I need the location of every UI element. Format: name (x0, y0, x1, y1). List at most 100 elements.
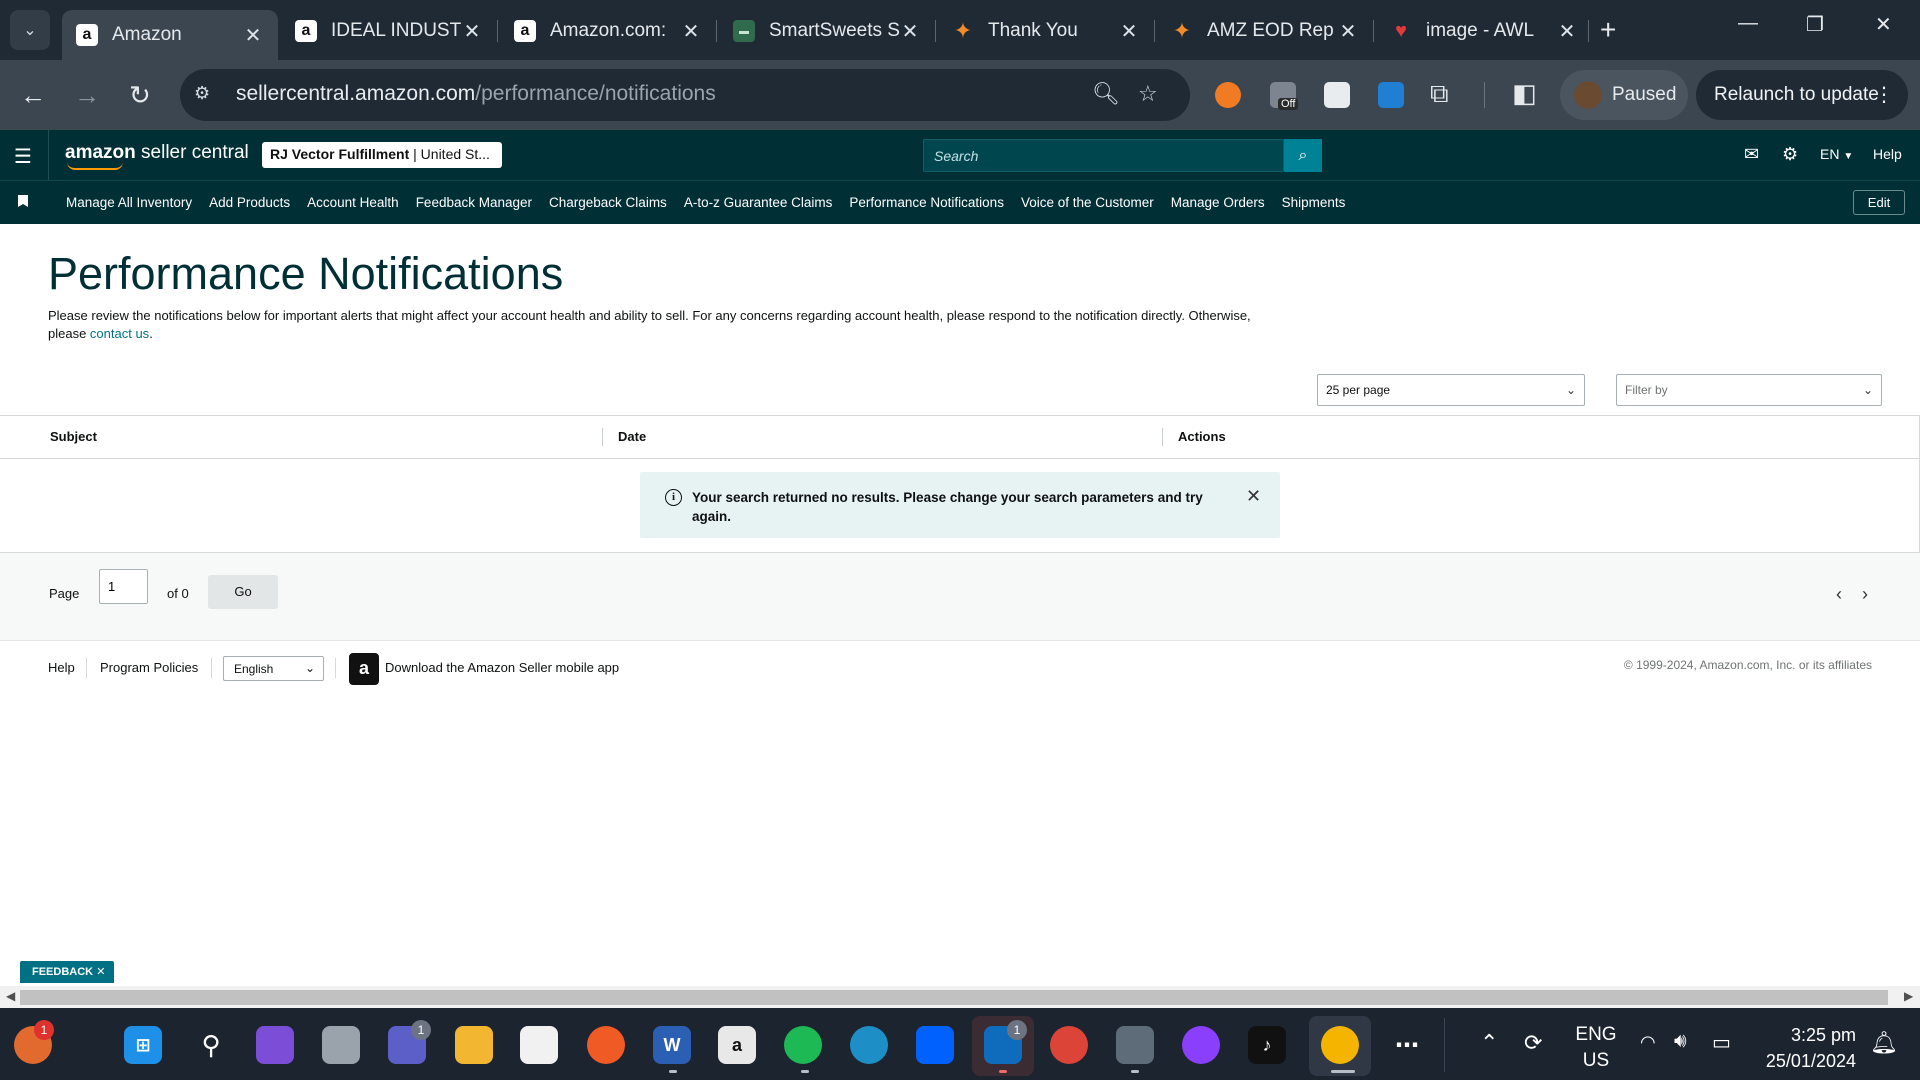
word-icon[interactable]: W (653, 1026, 691, 1064)
footer-program-policies-link[interactable]: Program Policies (100, 660, 198, 675)
column-subject[interactable]: Subject (50, 429, 97, 444)
notifications-bell-icon[interactable]: 🔔︎ (1870, 1030, 1898, 1056)
next-page-icon[interactable]: › (1862, 584, 1868, 605)
windows-start-icon[interactable]: ⊞ (124, 1026, 162, 1064)
page-number-input[interactable] (99, 569, 148, 604)
dropbox-icon[interactable] (916, 1026, 954, 1064)
scroll-left-icon[interactable]: ◀ (6, 989, 15, 1003)
search-button[interactable]: ⌕ (1284, 139, 1322, 172)
restore-icon[interactable]: ❐ (1806, 12, 1824, 37)
tab-thank-you[interactable]: ✦ Thank You ✕ (938, 10, 1154, 52)
window-close-icon[interactable]: ✕ (1875, 12, 1892, 37)
bookmark-star-icon[interactable]: ☆ (1138, 81, 1158, 107)
nav-manage-orders[interactable]: Manage Orders (1171, 195, 1265, 210)
close-icon[interactable]: ✕ (1337, 19, 1359, 44)
nav-account-health[interactable]: Account Health (307, 195, 399, 210)
relaunch-button[interactable]: Relaunch to update ⋮ (1696, 70, 1908, 120)
zoom-icon[interactable]: 🔍︎ (1092, 81, 1120, 107)
extension-orange-circle-icon[interactable] (1215, 82, 1241, 108)
spotify-icon[interactable] (784, 1026, 822, 1064)
close-icon[interactable]: ✕ (899, 19, 921, 44)
close-icon[interactable]: ✕ (1556, 19, 1578, 44)
volume-icon[interactable]: 🔊︎ (1674, 1030, 1687, 1053)
chrome-icon[interactable] (1321, 1026, 1359, 1064)
mail-icon[interactable]: ✉ (1744, 144, 1759, 165)
copilot-icon[interactable] (256, 1026, 294, 1064)
microsoft-store-icon[interactable] (520, 1026, 558, 1064)
reload-icon[interactable]: ↻ (129, 80, 151, 111)
nav-feedback-manager[interactable]: Feedback Manager (416, 195, 532, 210)
per-page-select[interactable]: 25 per page ⌄ (1317, 374, 1585, 406)
close-icon[interactable]: ✕ (242, 23, 264, 48)
forward-arrow-icon[interactable]: → (74, 80, 100, 111)
edit-nav-button[interactable]: Edit (1853, 190, 1905, 215)
close-icon[interactable]: ✕ (1246, 486, 1261, 507)
filter-by-select[interactable]: Filter by ⌄ (1616, 374, 1882, 406)
previous-page-icon[interactable]: ‹ (1836, 584, 1842, 605)
nav-shipments[interactable]: Shipments (1282, 195, 1346, 210)
tab-amazon[interactable]: a Amazon ✕ (62, 10, 278, 60)
task-view-icon[interactable] (322, 1026, 360, 1064)
bookmark-icon[interactable] (18, 195, 28, 207)
extension-fba-icon[interactable] (1378, 82, 1404, 108)
site-settings-icon[interactable]: ⚙ (194, 83, 218, 107)
minimize-icon[interactable]: — (1738, 12, 1758, 35)
more-apps-icon[interactable]: ⋯ (1388, 1026, 1426, 1064)
nav-chargeback-claims[interactable]: Chargeback Claims (549, 195, 667, 210)
side-panel-icon[interactable]: ◧ (1512, 78, 1537, 109)
feedback-tab[interactable]: FEEDBACK ✕ (20, 961, 114, 983)
tab-image-awl[interactable]: ♥ image - AWL ✕ (1376, 10, 1592, 52)
wifi-icon[interactable]: ◠ (1640, 1032, 1656, 1053)
chevron-up-icon[interactable]: ⌃ (1480, 1030, 1498, 1056)
amazon-app-icon[interactable]: a (349, 653, 379, 685)
tab-search-button[interactable]: ⌄ (10, 10, 50, 50)
nav-a-to-z-claims[interactable]: A-to-z Guarantee Claims (684, 195, 833, 210)
search-icon[interactable]: ⚲ (192, 1026, 230, 1064)
gear-icon[interactable]: ⚙ (1782, 144, 1798, 165)
edge-icon[interactable] (850, 1026, 888, 1064)
extensions-puzzle-icon[interactable]: ⧉ (1430, 78, 1449, 110)
footer-help-link[interactable]: Help (48, 660, 75, 675)
tab-smartsweets[interactable]: ▬ SmartSweets S ✕ (719, 10, 935, 52)
chrome-profile-icon[interactable] (1050, 1026, 1088, 1064)
footer-language-select[interactable]: English ⌄ (223, 656, 324, 681)
address-bar[interactable]: ⚙ sellercentral.amazon.com/performance/n… (180, 69, 1190, 121)
scrollbar-thumb[interactable] (20, 990, 1888, 1005)
contact-us-link[interactable]: contact us (90, 326, 149, 341)
seller-central-logo[interactable]: amazon seller central (65, 142, 249, 170)
file-explorer-icon[interactable] (455, 1026, 493, 1064)
battery-icon[interactable]: ▭ (1712, 1030, 1731, 1055)
new-tab-plus-icon[interactable]: + (1600, 14, 1616, 46)
tab-amazon-com[interactable]: a Amazon.com: ✕ (500, 10, 716, 52)
sync-icon[interactable]: ⟳ (1524, 1030, 1542, 1056)
close-icon[interactable]: ✕ (461, 19, 483, 44)
tab-ideal-industries[interactable]: a IDEAL INDUSTRIES ✕ (281, 10, 497, 52)
go-button[interactable]: Go (208, 575, 278, 609)
close-icon[interactable]: ✕ (680, 19, 702, 44)
search-input[interactable] (924, 140, 1283, 171)
firefox-icon[interactable] (587, 1026, 625, 1064)
horizontal-scrollbar[interactable]: ◀ ▶ (0, 986, 1920, 1008)
profile-button[interactable]: Paused (1560, 70, 1688, 120)
extension-login-icon[interactable] (1324, 82, 1350, 108)
scroll-right-icon[interactable]: ▶ (1904, 989, 1913, 1003)
help-link[interactable]: Help (1873, 146, 1902, 162)
input-language[interactable]: ENG US (1574, 1022, 1618, 1074)
messenger-icon[interactable] (1182, 1026, 1220, 1064)
tab-amz-eod-report[interactable]: ✦ AMZ EOD Rep ✕ (1157, 10, 1373, 52)
menu-dots-icon[interactable]: ⋮ (1874, 82, 1894, 107)
tiktok-icon[interactable]: ♪ (1248, 1026, 1286, 1064)
nav-manage-all-inventory[interactable]: Manage All Inventory (66, 195, 192, 210)
download-app-link[interactable]: Download the Amazon Seller mobile app (385, 660, 619, 675)
language-selector[interactable]: EN ▼ (1820, 146, 1853, 162)
close-icon[interactable]: ✕ (1118, 19, 1140, 44)
close-icon[interactable]: ✕ (96, 966, 105, 978)
hamburger-menu-icon[interactable]: ☰ (14, 144, 32, 169)
column-date[interactable]: Date (618, 429, 646, 444)
url-text[interactable]: sellercentral.amazon.com/performance/not… (236, 82, 716, 106)
clock[interactable]: 3:25 pm 25/01/2024 (1756, 1022, 1856, 1074)
nav-voice-of-customer[interactable]: Voice of the Customer (1021, 195, 1154, 210)
back-arrow-icon[interactable]: ← (20, 80, 46, 111)
nav-performance-notifications[interactable]: Performance Notifications (849, 195, 1004, 210)
calculator-icon[interactable] (1116, 1026, 1154, 1064)
